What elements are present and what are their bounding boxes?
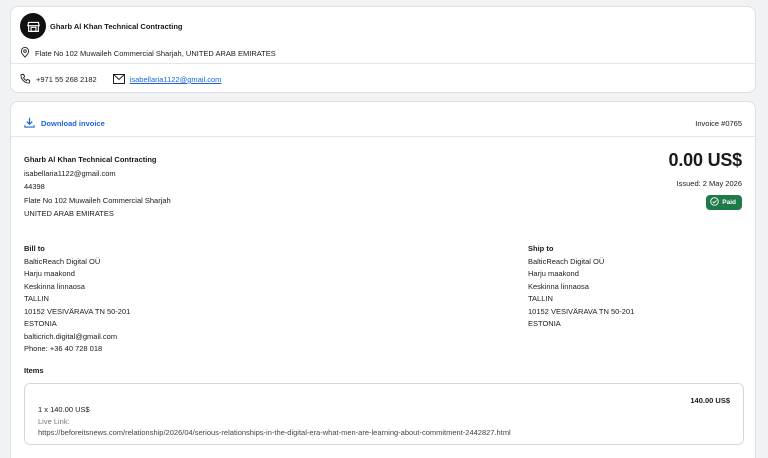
status-badge: Paid (706, 195, 742, 210)
seller-address-row: Flate No 102 Muwaileh Commercial Sharjah… (20, 47, 276, 60)
ship-to-line: BalticReach Digital OÜ (528, 256, 605, 266)
storefront-icon (20, 13, 46, 39)
from-name: Gharb Al Khan Technical Contracting (24, 155, 157, 164)
download-icon (24, 117, 35, 130)
check-circle-icon (710, 197, 719, 208)
seller-phone: +971 55 268 2182 (36, 75, 97, 84)
item-price: 140.00 US$ (690, 396, 730, 405)
invoice-from-block: Gharb Al Khan Technical Contracting isab… (24, 153, 171, 221)
from-country: UNITED ARAB EMIRATES (24, 209, 114, 218)
list-item: 140.00 US$ 1 x 140.00 US$ Live Link: htt… (24, 383, 744, 445)
download-invoice-label: Download invoice (41, 119, 105, 128)
ship-to-line: TALLIN (528, 294, 553, 303)
bill-to-line: 10152 VESIVÄRAVA TN 50-201 (24, 306, 131, 316)
seller-address: Flate No 102 Muwaileh Commercial Sharjah… (35, 49, 276, 58)
from-postal: 44398 (24, 182, 45, 191)
bill-to-line: Keskinna linnaosa (24, 281, 85, 291)
bill-to-line: ESTONIA (24, 319, 57, 328)
bill-to-line: TALLIN (24, 294, 49, 303)
location-pin-icon (20, 47, 30, 60)
phone-icon (20, 73, 31, 86)
invoice-card: Download invoice Invoice #0765 Gharb Al … (10, 101, 756, 458)
bill-to-email: balticrich.digital@gmail.com (24, 331, 118, 341)
bill-to-line: BalticReach Digital OÜ (24, 256, 101, 266)
bill-to-block: Bill to BalticReach Digital OÜ Harju maa… (24, 243, 130, 356)
seller-name: Gharb Al Khan Technical Contracting (50, 22, 183, 31)
bill-to-phone: Phone: +36 40 728 018 (24, 344, 103, 353)
item-link-url: https://beforeitsnews.com/relationship/2… (38, 428, 511, 437)
ship-to-title: Ship to (528, 244, 554, 253)
from-address: Flate No 102 Muwaileh Commercial Sharjah (24, 195, 171, 205)
status-label: Paid (722, 199, 736, 206)
seller-contact-row: +971 55 268 2182 isabellaria1122@gmail.c… (20, 73, 221, 86)
item-link-label: Live Link: (38, 417, 70, 426)
ship-to-line: Harju maakond (528, 269, 579, 278)
from-email: isabellaria1122@gmail.com (24, 168, 116, 178)
seller-email-link[interactable]: isabellaria1122@gmail.com (130, 75, 222, 84)
seller-card: Gharb Al Khan Technical Contracting Flat… (10, 6, 756, 93)
divider (11, 63, 755, 64)
item-quantity: 1 x 140.00 US$ (38, 405, 90, 414)
ship-to-block: Ship to BalticReach Digital OÜ Harju maa… (528, 243, 634, 331)
invoice-number: Invoice #0765 (695, 119, 742, 128)
ship-to-line: ESTONIA (528, 319, 561, 328)
bill-to-line: Harju maakond (24, 269, 75, 278)
divider (11, 136, 755, 137)
ship-to-line: Keskinna linnaosa (528, 281, 589, 291)
download-invoice-button[interactable]: Download invoice (24, 117, 105, 130)
items-title: Items (24, 366, 44, 375)
mail-icon (112, 73, 125, 86)
invoice-total: 0.00 US$ (668, 150, 743, 170)
bill-to-title: Bill to (24, 244, 45, 253)
ship-to-line: 10152 VESIVÄRAVA TN 50-201 (528, 306, 635, 316)
issued-date: Issued: 2 May 2026 (676, 179, 742, 188)
